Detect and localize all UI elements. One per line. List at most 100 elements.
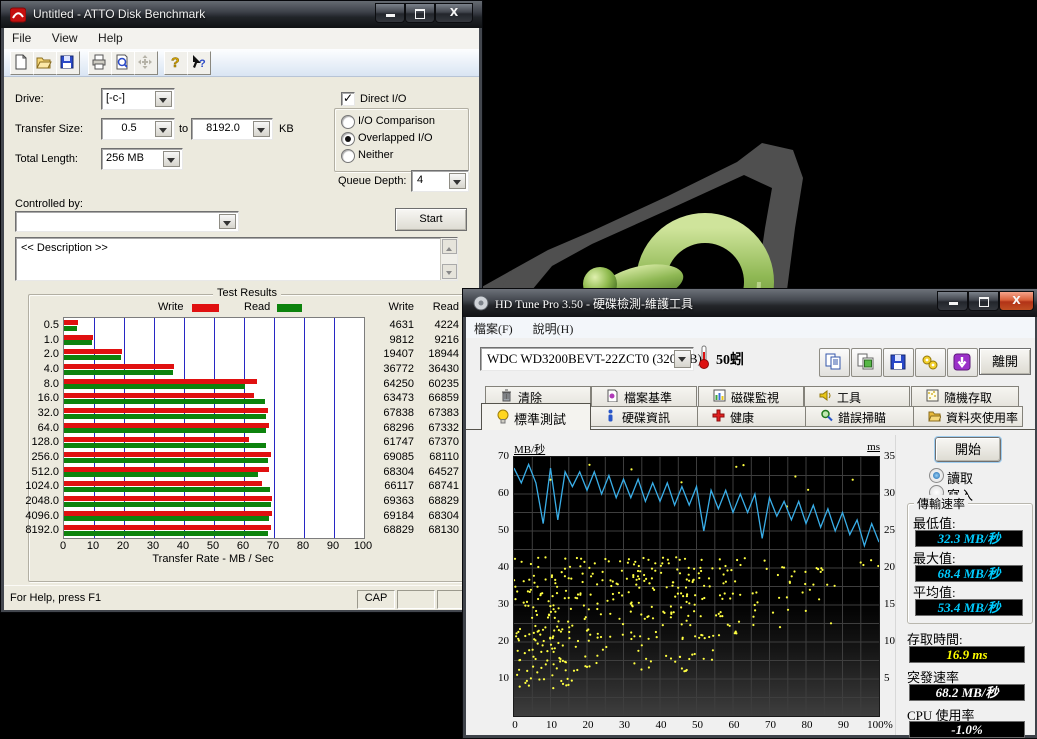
access-time-dot <box>565 590 567 592</box>
tab-health[interactable]: 健康 <box>697 406 807 427</box>
access-time-dot <box>630 631 632 633</box>
hdtune-maximize-button[interactable] <box>968 291 999 311</box>
access-time-dot <box>679 572 681 574</box>
direct-io-checkbox[interactable]: ✓ <box>341 92 355 106</box>
transfer-size-row-label: 2048.0 <box>15 495 59 507</box>
drive-dropdown-arrow[interactable] <box>155 91 172 107</box>
access-time-dot <box>652 587 654 589</box>
access-time-dot <box>554 582 556 584</box>
drive-select[interactable]: [-c-] <box>101 88 175 110</box>
exit-button[interactable]: 離開 <box>979 348 1031 375</box>
access-time-dot <box>621 594 623 596</box>
hdtune-titlebar[interactable]: HD Tune Pro 3.50 - 硬碟檢測-維護工具 X <box>463 289 1037 317</box>
access-time-dot <box>834 585 836 587</box>
access-time-dot <box>618 618 620 620</box>
neither-radio[interactable] <box>341 149 355 163</box>
x-axis-tick: 40 <box>641 719 681 731</box>
transfer-size-row-label: 8.0 <box>15 378 59 390</box>
access-time-dot <box>779 626 781 628</box>
options-button[interactable] <box>915 348 946 377</box>
start-button[interactable]: Start <box>395 208 467 231</box>
hdtune-minimize-button[interactable] <box>937 291 968 311</box>
atto-titlebar[interactable]: Untitled - ATTO Disk Benchmark X <box>1 1 482 28</box>
atto-close-button[interactable]: X <box>435 3 473 23</box>
description-box[interactable]: << Description >> <box>15 237 458 281</box>
tab-benchmark-active[interactable]: 標準測試 <box>481 403 591 430</box>
x-axis-tick: 30 <box>605 719 645 731</box>
tab-folder-usage[interactable]: 資料夾使用率 <box>913 406 1023 427</box>
print-button[interactable] <box>88 51 112 75</box>
access-time-dot <box>588 608 590 610</box>
access-time-dot <box>709 585 711 587</box>
hdtune-close-button[interactable]: X <box>999 291 1034 311</box>
access-time-dot <box>700 570 702 572</box>
x-axis-tick: 70 <box>258 540 288 552</box>
transfer-to-dropdown-arrow[interactable] <box>253 121 270 137</box>
queue-depth-dropdown-arrow[interactable] <box>449 173 466 189</box>
access-time-dot <box>680 592 682 594</box>
access-time-dot <box>742 464 744 466</box>
copy-text-button[interactable] <box>819 348 850 377</box>
total-length-select[interactable]: 256 MB <box>101 148 183 170</box>
controlled-by-dropdown-arrow[interactable] <box>219 214 236 229</box>
access-time-dot <box>754 604 756 606</box>
copy-image-button[interactable] <box>851 348 882 377</box>
tab-disk-monitor[interactable]: 磁碟監視 <box>698 386 804 407</box>
access-time-dot <box>631 601 633 603</box>
access-time-dot <box>783 567 785 569</box>
overlapped-io-radio[interactable] <box>341 132 355 146</box>
tab-file-benchmark[interactable]: 檔案基準 <box>591 386 697 407</box>
access-time-dot <box>596 655 598 657</box>
read-value: 36430 <box>417 363 459 375</box>
benchmark-start-button[interactable]: 開始 <box>935 437 1001 462</box>
io-comparison-radio[interactable] <box>341 115 355 129</box>
access-time-dot <box>643 580 645 582</box>
context-help-button[interactable]: ? <box>187 51 211 75</box>
access-time-dot <box>518 669 520 671</box>
access-time-dot <box>516 632 518 634</box>
write-value: 9812 <box>364 334 414 346</box>
tab-disk-info[interactable]: 硬碟資訊 <box>589 406 699 427</box>
new-file-button[interactable] <box>10 51 34 75</box>
print-preview-button[interactable] <box>111 51 135 75</box>
queue-depth-select[interactable]: 4 <box>411 170 469 192</box>
write-value: 68829 <box>364 524 414 536</box>
atto-maximize-button[interactable] <box>405 3 435 23</box>
access-time-dot <box>643 574 645 576</box>
access-time-dot <box>529 591 531 593</box>
open-file-button[interactable] <box>33 51 57 75</box>
move-button[interactable] <box>134 51 158 75</box>
controlled-by-select[interactable] <box>15 211 239 232</box>
tab-error-scan[interactable]: 錯誤掃瞄 <box>805 406 915 427</box>
tab-random-access[interactable]: 隨機存取 <box>911 386 1019 407</box>
transfer-size-to-select[interactable]: 8192.0 <box>191 118 273 140</box>
print-icon <box>91 54 107 70</box>
hdtune-menu-file[interactable]: 檔案(F) <box>466 317 521 337</box>
save-image-button[interactable] <box>883 348 914 377</box>
scroll-down-icon[interactable] <box>442 264 457 279</box>
transfer-size-from-select[interactable]: 0.5 <box>101 118 175 140</box>
access-time-dot <box>670 605 672 607</box>
info-icon <box>604 409 617 422</box>
hdtune-drive-select[interactable]: WDC WD3200BEVT-22ZCT0 (320 GB) <box>480 347 694 371</box>
total-length-dropdown-arrow[interactable] <box>163 151 180 167</box>
hdtune-menu-help[interactable]: 說明(H) <box>525 317 582 337</box>
atto-minimize-button[interactable] <box>375 3 405 23</box>
random-access-icon <box>926 389 939 402</box>
scroll-up-icon[interactable] <box>442 239 457 254</box>
read-radio[interactable] <box>929 468 944 483</box>
x-axis-tick: 60 <box>714 719 754 731</box>
access-time-dot <box>732 593 734 595</box>
transfer-from-dropdown-arrow[interactable] <box>155 121 172 137</box>
read-bar <box>64 487 270 492</box>
tab-tools[interactable]: 工具 <box>804 386 910 407</box>
atto-menu-help[interactable]: Help <box>90 28 131 45</box>
update-button[interactable] <box>947 348 978 377</box>
drive-select-dropdown-arrow[interactable] <box>674 350 691 368</box>
atto-menu-file[interactable]: File <box>4 28 39 45</box>
save-button[interactable] <box>56 51 80 75</box>
atto-menu-view[interactable]: View <box>44 28 86 45</box>
help-button[interactable]: ? <box>164 51 188 75</box>
atto-bar-chart <box>63 317 365 539</box>
description-scrollbar[interactable] <box>440 238 457 280</box>
